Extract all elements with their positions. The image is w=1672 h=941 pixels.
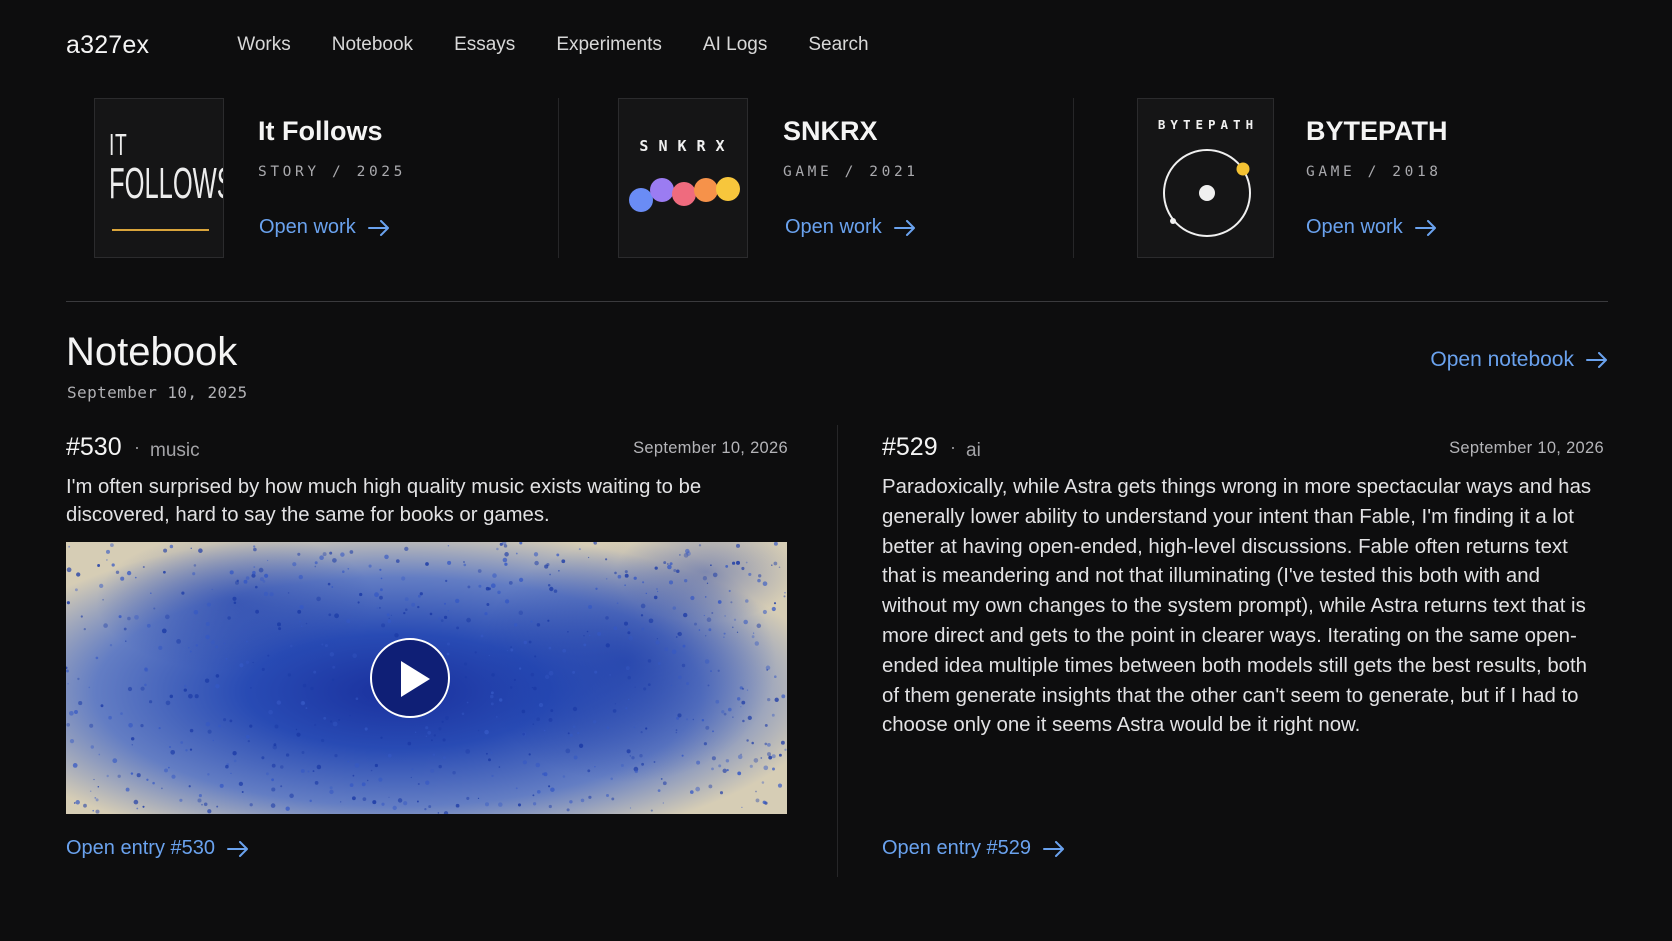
it-follows-cover[interactable]: IT FOLLOWS — [94, 98, 224, 258]
nav-link-ai-logs[interactable]: AI Logs — [703, 34, 767, 56]
cover-title-line2: FOLLOWS — [109, 159, 224, 208]
open-entry-label: Open entry #530 — [66, 837, 215, 859]
nav-link-essays[interactable]: Essays — [454, 34, 515, 56]
open-work-link[interactable]: Open work — [259, 216, 390, 239]
cover-title-line1: IT — [109, 127, 128, 162]
snake-dot-4 — [694, 178, 718, 202]
entry-separator: · — [950, 437, 956, 457]
top-nav: a327ex Works Notebook Essays Experiments… — [66, 28, 910, 62]
work-title[interactable]: SNKRX — [783, 116, 878, 147]
snkrx-cover[interactable]: SNKRX — [618, 98, 748, 258]
nav-link-works[interactable]: Works — [237, 34, 290, 56]
open-work-link[interactable]: Open work — [1306, 216, 1437, 239]
work-meta: GAME / 2018 — [1306, 164, 1442, 180]
entry-tag[interactable]: ai — [966, 440, 981, 462]
open-work-label: Open work — [259, 216, 356, 238]
cover-wordmark: SNKRX — [639, 137, 735, 155]
open-entry-link[interactable]: Open entry #529 — [882, 837, 1065, 860]
notebook-heading: Notebook — [66, 330, 238, 374]
work-meta: STORY / 2025 — [258, 164, 406, 180]
open-entry-link[interactable]: Open entry #530 — [66, 837, 249, 860]
entries-divider — [837, 425, 838, 877]
entry-text: I'm often surprised by how much high qua… — [66, 476, 702, 526]
work-meta: GAME / 2021 — [783, 164, 919, 180]
entry-header: #529 · ai September 10, 2026 — [882, 433, 1604, 465]
nav-link-search[interactable]: Search — [808, 34, 868, 56]
arrow-right-icon — [1043, 840, 1064, 857]
entry-number[interactable]: #530 — [66, 433, 122, 462]
arrow-right-icon — [893, 219, 915, 236]
notebook-entry-529: #529 · ai September 10, 2026 Paradoxical… — [882, 433, 1604, 859]
notebook-date: September 10, 2025 — [67, 383, 248, 402]
bytepath-cover[interactable]: BYTEPATH — [1137, 98, 1274, 258]
entry-tag[interactable]: music — [150, 440, 200, 462]
nav-link-notebook[interactable]: Notebook — [332, 34, 413, 56]
cover-wordmark: BYTEPATH — [1157, 117, 1259, 132]
entry-date: September 10, 2026 — [1449, 439, 1604, 457]
entry-video[interactable] — [66, 542, 787, 814]
play-button[interactable] — [370, 638, 450, 718]
snake-dot-5 — [716, 177, 740, 201]
open-work-label: Open work — [785, 216, 882, 238]
cover-accent-line — [112, 229, 209, 231]
snake-dot-3 — [672, 182, 696, 206]
section-divider — [66, 301, 1608, 302]
works-divider — [1073, 98, 1074, 258]
featured-works: IT FOLLOWS It Follows STORY / 2025 Open … — [66, 98, 1608, 258]
open-entry-label: Open entry #529 — [882, 837, 1031, 859]
arrow-right-icon — [367, 219, 389, 236]
orbit-icon — [1163, 149, 1251, 237]
open-work-label: Open work — [1306, 216, 1403, 238]
entry-separator: · — [134, 437, 140, 457]
work-title[interactable]: BYTEPATH — [1306, 116, 1448, 147]
entry-number[interactable]: #529 — [882, 433, 938, 462]
entry-date: September 10, 2026 — [633, 439, 788, 457]
arrow-right-icon — [227, 840, 248, 857]
notebook-entry-530: #530 · music September 10, 2026 I'm ofte… — [66, 433, 788, 859]
arrow-right-icon — [1414, 219, 1436, 236]
snake-dot-2 — [650, 178, 674, 202]
entry-text: Paradoxically, while Astra gets things w… — [882, 476, 1592, 737]
play-icon — [401, 661, 430, 697]
works-divider — [558, 98, 559, 258]
arrow-right-icon — [1586, 352, 1607, 368]
site-logo[interactable]: a327ex — [66, 31, 149, 60]
open-notebook-link[interactable]: Open notebook — [1430, 348, 1608, 372]
open-notebook-label: Open notebook — [1430, 348, 1574, 371]
work-title[interactable]: It Follows — [258, 116, 383, 147]
nav-link-experiments[interactable]: Experiments — [556, 34, 662, 56]
open-work-link[interactable]: Open work — [785, 216, 916, 239]
entry-header: #530 · music September 10, 2026 — [66, 433, 788, 465]
